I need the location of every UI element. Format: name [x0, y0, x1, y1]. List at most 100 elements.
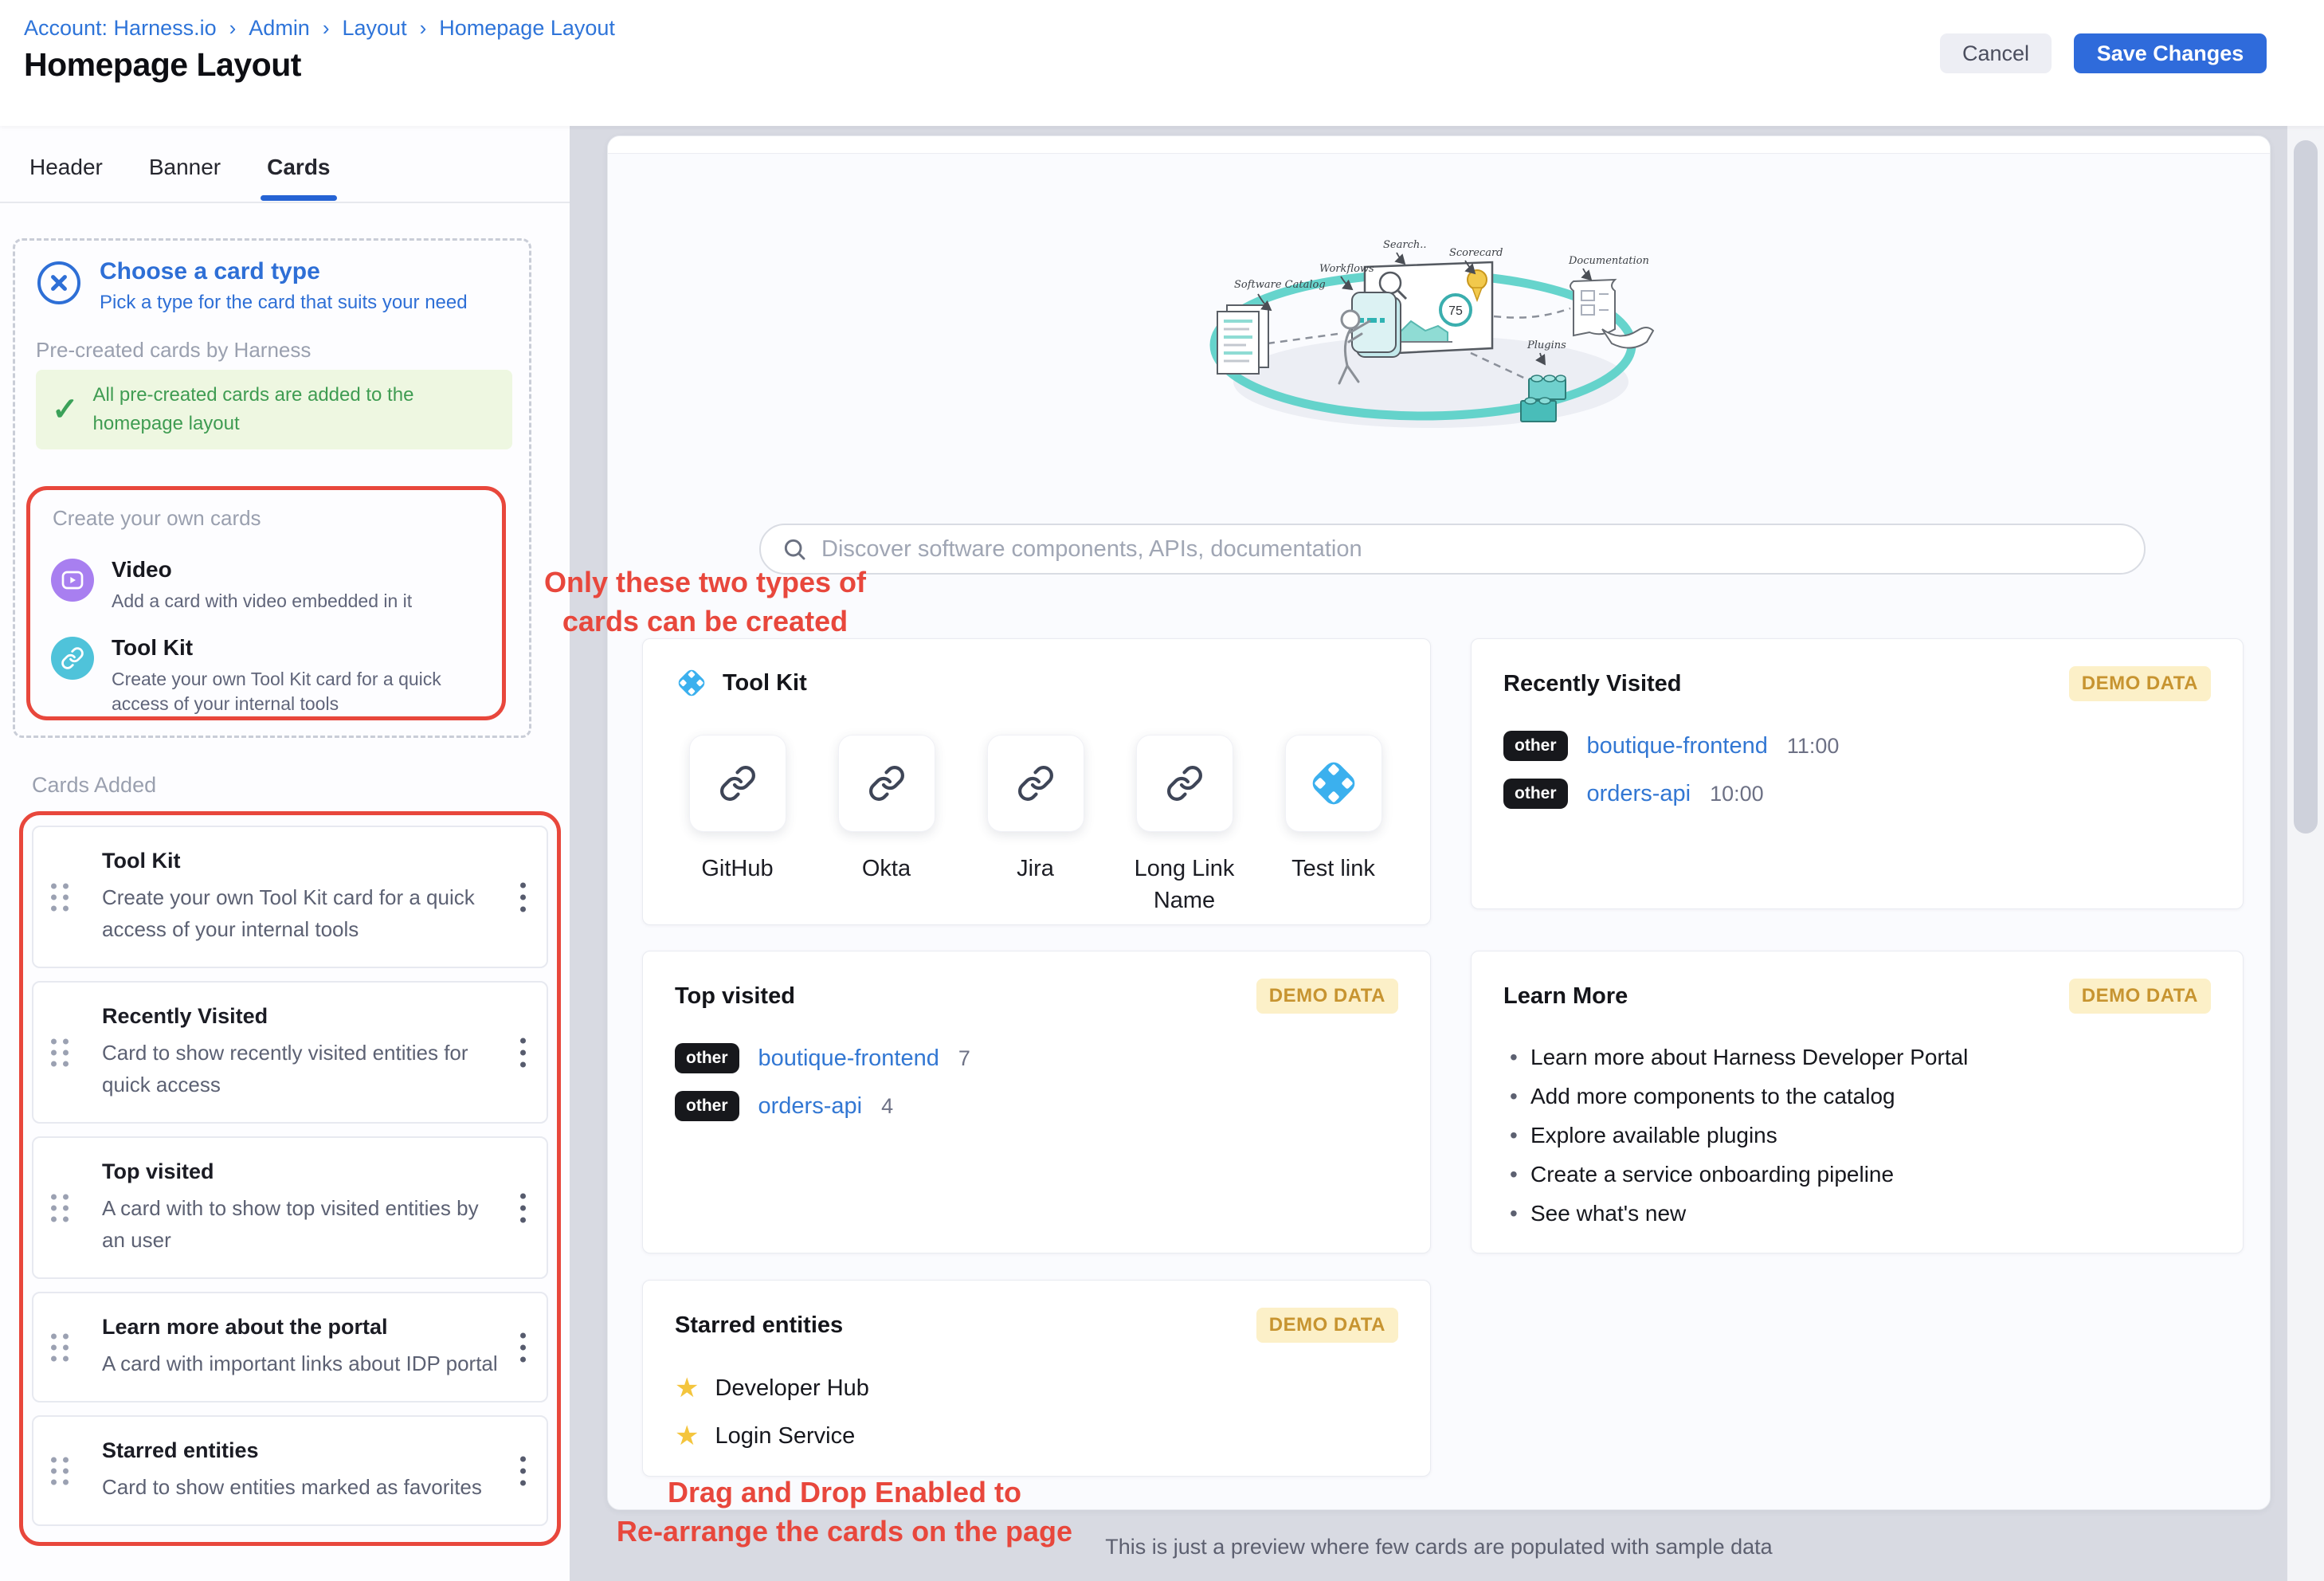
entity-row: other boutique-frontend 11:00: [1503, 728, 2211, 763]
annotation-line: Re-arrange the cards on the page: [558, 1512, 1131, 1551]
card-type-option-toolkit[interactable]: Tool Kit Create your own Tool Kit card f…: [51, 635, 462, 716]
save-changes-button[interactable]: Save Changes: [2074, 33, 2267, 73]
homepage-preview-panel: 75: [607, 135, 2271, 1510]
tab-cards[interactable]: Cards: [267, 155, 330, 198]
starred-entities-card: Starred entities DEMO DATA ★ Developer H…: [642, 1280, 1431, 1477]
breadcrumb-homepage-layout[interactable]: Homepage Layout: [439, 16, 615, 41]
added-card-title: Tool Kit: [102, 849, 507, 873]
annotation-line: cards can be created: [502, 602, 908, 641]
illustration-label-workflows: Workflows: [1319, 263, 1374, 275]
page-scrollbar[interactable]: [2287, 126, 2324, 1581]
more-options-icon[interactable]: [515, 877, 531, 916]
layout-config-panel: Header Banner Cards Choose a card type P…: [0, 126, 570, 1581]
entity-row: other boutique-frontend 7: [675, 1041, 1398, 1076]
create-own-cards-label: Create your own cards: [53, 506, 261, 531]
starred-entity-name: Developer Hub: [715, 1375, 868, 1402]
added-card-toolkit[interactable]: Tool Kit Create your own Tool Kit card f…: [32, 826, 548, 968]
homepage-layout-screen: Account: Harness.io › Admin › Layout › H…: [0, 0, 2324, 1581]
cancel-button[interactable]: Cancel: [1940, 33, 2052, 73]
breadcrumb-separator: ›: [323, 16, 330, 41]
breadcrumb-admin[interactable]: Admin: [249, 16, 310, 41]
more-options-icon[interactable]: [515, 1328, 531, 1367]
entity-visit-count: 4: [881, 1094, 893, 1119]
breadcrumb-layout[interactable]: Layout: [343, 16, 407, 41]
annotation-line: Drag and Drop Enabled to: [558, 1473, 1131, 1512]
discover-search-bar: [759, 524, 2146, 575]
layout-tabs: Header Banner Cards: [29, 155, 331, 198]
annotation-card-types: Only these two types of cards can be cre…: [502, 563, 908, 641]
toolkit-link-jira[interactable]: Jira: [973, 735, 1098, 916]
added-card-starred-entities[interactable]: Starred entities Card to show entities m…: [32, 1415, 548, 1526]
toolkit-preview-card: Tool Kit GitHub: [642, 638, 1431, 925]
added-card-description: A card with to show top visited entities…: [102, 1192, 507, 1256]
starred-entity-row[interactable]: ★ Login Service: [675, 1418, 1398, 1454]
starred-entities-title: Starred entities: [675, 1312, 843, 1339]
link-icon: [987, 735, 1084, 832]
learn-more-link[interactable]: Create a service onboarding pipeline: [1503, 1155, 2211, 1194]
demo-data-badge: DEMO DATA: [1256, 979, 1398, 1014]
star-icon: ★: [675, 1375, 699, 1402]
more-options-icon[interactable]: [515, 1033, 531, 1072]
success-message: All pre-created cards are added to the h…: [93, 381, 492, 438]
tab-banner[interactable]: Banner: [149, 155, 221, 198]
link-icon: [1136, 735, 1233, 832]
annotation-drag-drop: Drag and Drop Enabled to Re-arrange the …: [558, 1473, 1131, 1551]
scrollbar-thumb[interactable]: [2294, 140, 2318, 834]
search-icon: [782, 536, 807, 562]
added-card-learn-more[interactable]: Learn more about the portal A card with …: [32, 1292, 548, 1402]
learn-more-link[interactable]: Learn more about Harness Developer Porta…: [1503, 1038, 2211, 1077]
learn-more-list: Learn more about Harness Developer Porta…: [1503, 1038, 2211, 1233]
added-card-description: Card to show entities marked as favorite…: [102, 1471, 507, 1503]
demo-data-badge: DEMO DATA: [2069, 979, 2211, 1014]
added-card-title: Recently Visited: [102, 1004, 507, 1029]
card-type-option-video[interactable]: Video Add a card with video embedded in …: [51, 557, 412, 614]
more-options-icon[interactable]: [515, 1188, 531, 1227]
entity-row: other orders-api 4: [675, 1089, 1398, 1124]
learn-more-link[interactable]: Add more components to the catalog: [1503, 1077, 2211, 1116]
entity-visit-count: 7: [958, 1046, 970, 1071]
more-options-icon[interactable]: [515, 1451, 531, 1490]
added-card-top-visited[interactable]: Top visited A card with to show top visi…: [32, 1136, 548, 1279]
breadcrumb: Account: Harness.io › Admin › Layout › H…: [24, 16, 615, 41]
drag-handle-icon[interactable]: [51, 1457, 69, 1485]
check-icon: ✓: [52, 394, 79, 426]
entity-link[interactable]: orders-api: [758, 1093, 863, 1120]
drag-handle-icon[interactable]: [51, 1194, 69, 1222]
learn-more-link[interactable]: Explore available plugins: [1503, 1116, 2211, 1155]
entity-visited-time: 11:00: [1787, 734, 1840, 759]
added-card-recently-visited[interactable]: Recently Visited Card to show recently v…: [32, 981, 548, 1124]
illustration-label-search: Search..: [1383, 239, 1426, 251]
choose-card-type-subtitle: Pick a type for the card that suits your…: [100, 292, 468, 314]
search-input[interactable]: [821, 536, 2123, 563]
close-icon[interactable]: [37, 261, 80, 304]
annotation-line: Only these two types of: [502, 563, 908, 602]
entity-link[interactable]: boutique-frontend: [1587, 733, 1768, 759]
entity-link[interactable]: boutique-frontend: [758, 1046, 939, 1072]
drag-handle-icon[interactable]: [51, 1333, 69, 1361]
toolkit-link-long-link-name[interactable]: Long Link Name: [1122, 735, 1247, 916]
video-option-description: Add a card with video embedded in it: [112, 589, 412, 614]
link-icon: [689, 735, 786, 832]
tab-header[interactable]: Header: [29, 155, 103, 198]
toolkit-link-github[interactable]: GitHub: [675, 735, 800, 916]
toolkit-link-label: GitHub: [701, 853, 773, 885]
breadcrumb-separator: ›: [229, 16, 237, 41]
toolkit-link-label: Test link: [1291, 853, 1375, 885]
learn-more-link[interactable]: See what's new: [1503, 1194, 2211, 1233]
starred-entity-name: Login Service: [715, 1423, 855, 1450]
illustration-label-scorecard: Scorecard: [1449, 247, 1503, 259]
entity-link[interactable]: orders-api: [1587, 781, 1691, 807]
toolkit-link-okta[interactable]: Okta: [824, 735, 949, 916]
drag-handle-icon[interactable]: [51, 883, 69, 911]
video-option-title: Video: [112, 557, 412, 583]
toolkit-link-test-link[interactable]: Test link: [1271, 735, 1396, 916]
starred-entity-row[interactable]: ★ Developer Hub: [675, 1370, 1398, 1406]
breadcrumb-account[interactable]: Account: Harness.io: [24, 16, 217, 41]
star-icon: ★: [675, 1422, 699, 1450]
toolkit-option-description: Create your own Tool Kit card for a quic…: [112, 667, 462, 716]
illustration-label-plugins: Plugins: [1526, 339, 1566, 351]
choose-card-type-title: Choose a card type: [100, 258, 320, 285]
drag-handle-icon[interactable]: [51, 1038, 69, 1066]
precreated-cards-label: Pre-created cards by Harness: [36, 338, 311, 363]
illustration-label-documentation: Documentation: [1568, 255, 1649, 267]
